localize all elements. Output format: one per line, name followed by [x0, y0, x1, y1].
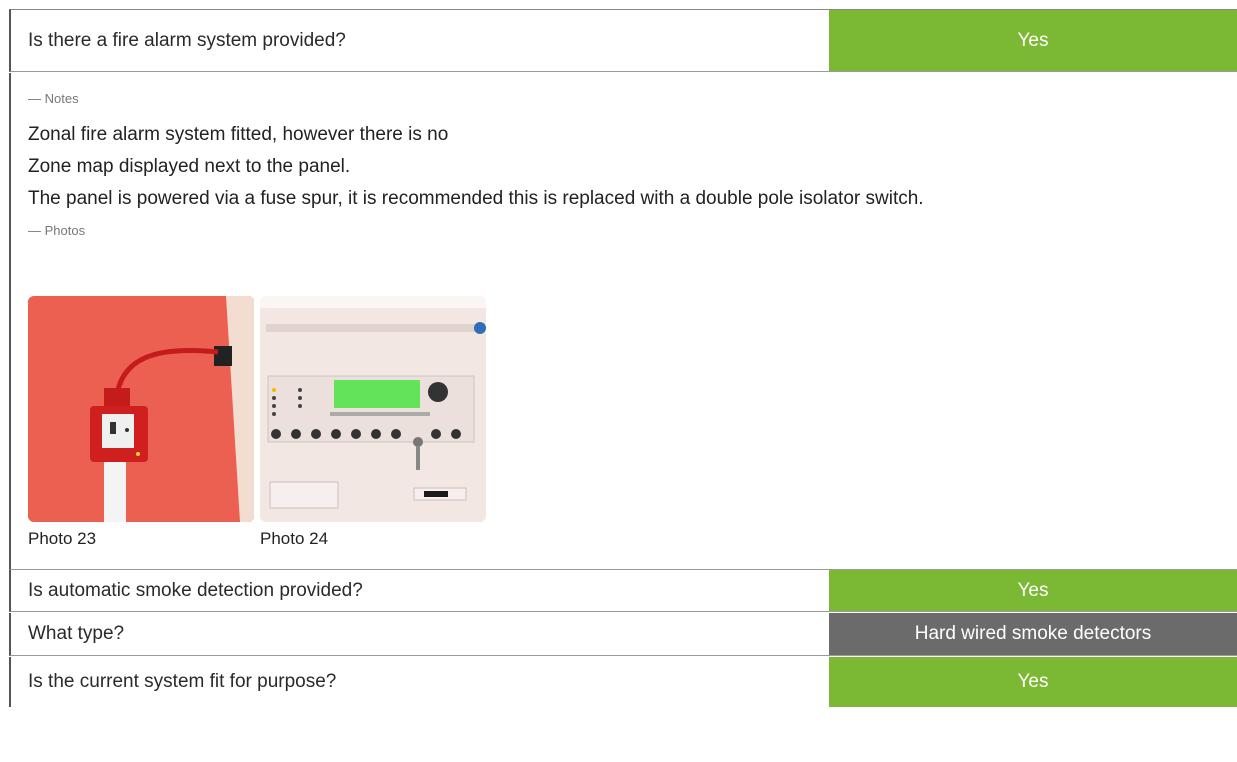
answer-badge: Yes: [829, 10, 1237, 71]
alarm-panel-image: [260, 296, 486, 522]
answer-badge: Hard wired smoke detectors: [829, 613, 1237, 655]
notes-section: — Notes Zonal fire alarm system fitted, …: [9, 73, 1237, 569]
photo-caption: Photo 23: [28, 529, 97, 548]
note-line: The panel is powered via a fuse spur, it…: [28, 188, 924, 209]
photos-label: — Photos: [28, 223, 86, 238]
question-row-fit-for-purpose: Is the current system fit for purpose? Y…: [9, 657, 1237, 707]
question-row-fire-alarm: Is there a fire alarm system provided? Y…: [9, 9, 1237, 72]
note-line: Zonal fire alarm system fitted, however …: [28, 124, 449, 145]
fused-spur-image: [28, 296, 254, 522]
notes-label: — Notes: [28, 91, 79, 106]
fire-safety-report: Is there a fire alarm system provided? Y…: [9, 9, 1237, 762]
photo-fused-spur[interactable]: [28, 296, 254, 522]
question-text: What type?: [28, 623, 125, 644]
question-text: Is automatic smoke detection provided?: [28, 579, 363, 601]
answer-badge: Yes: [829, 657, 1237, 707]
answer-badge: Yes: [829, 570, 1237, 611]
note-line: Zone map displayed next to the panel.: [28, 156, 351, 177]
photo-alarm-panel[interactable]: [260, 296, 486, 522]
photo-caption: Photo 24: [260, 529, 329, 548]
question-text: Is there a fire alarm system provided?: [28, 29, 346, 51]
question-row-smoke-detection: Is automatic smoke detection provided? Y…: [9, 569, 1237, 612]
question-text: Is the current system fit for purpose?: [28, 671, 337, 692]
question-row-detector-type: What type? Hard wired smoke detectors: [9, 613, 1237, 656]
